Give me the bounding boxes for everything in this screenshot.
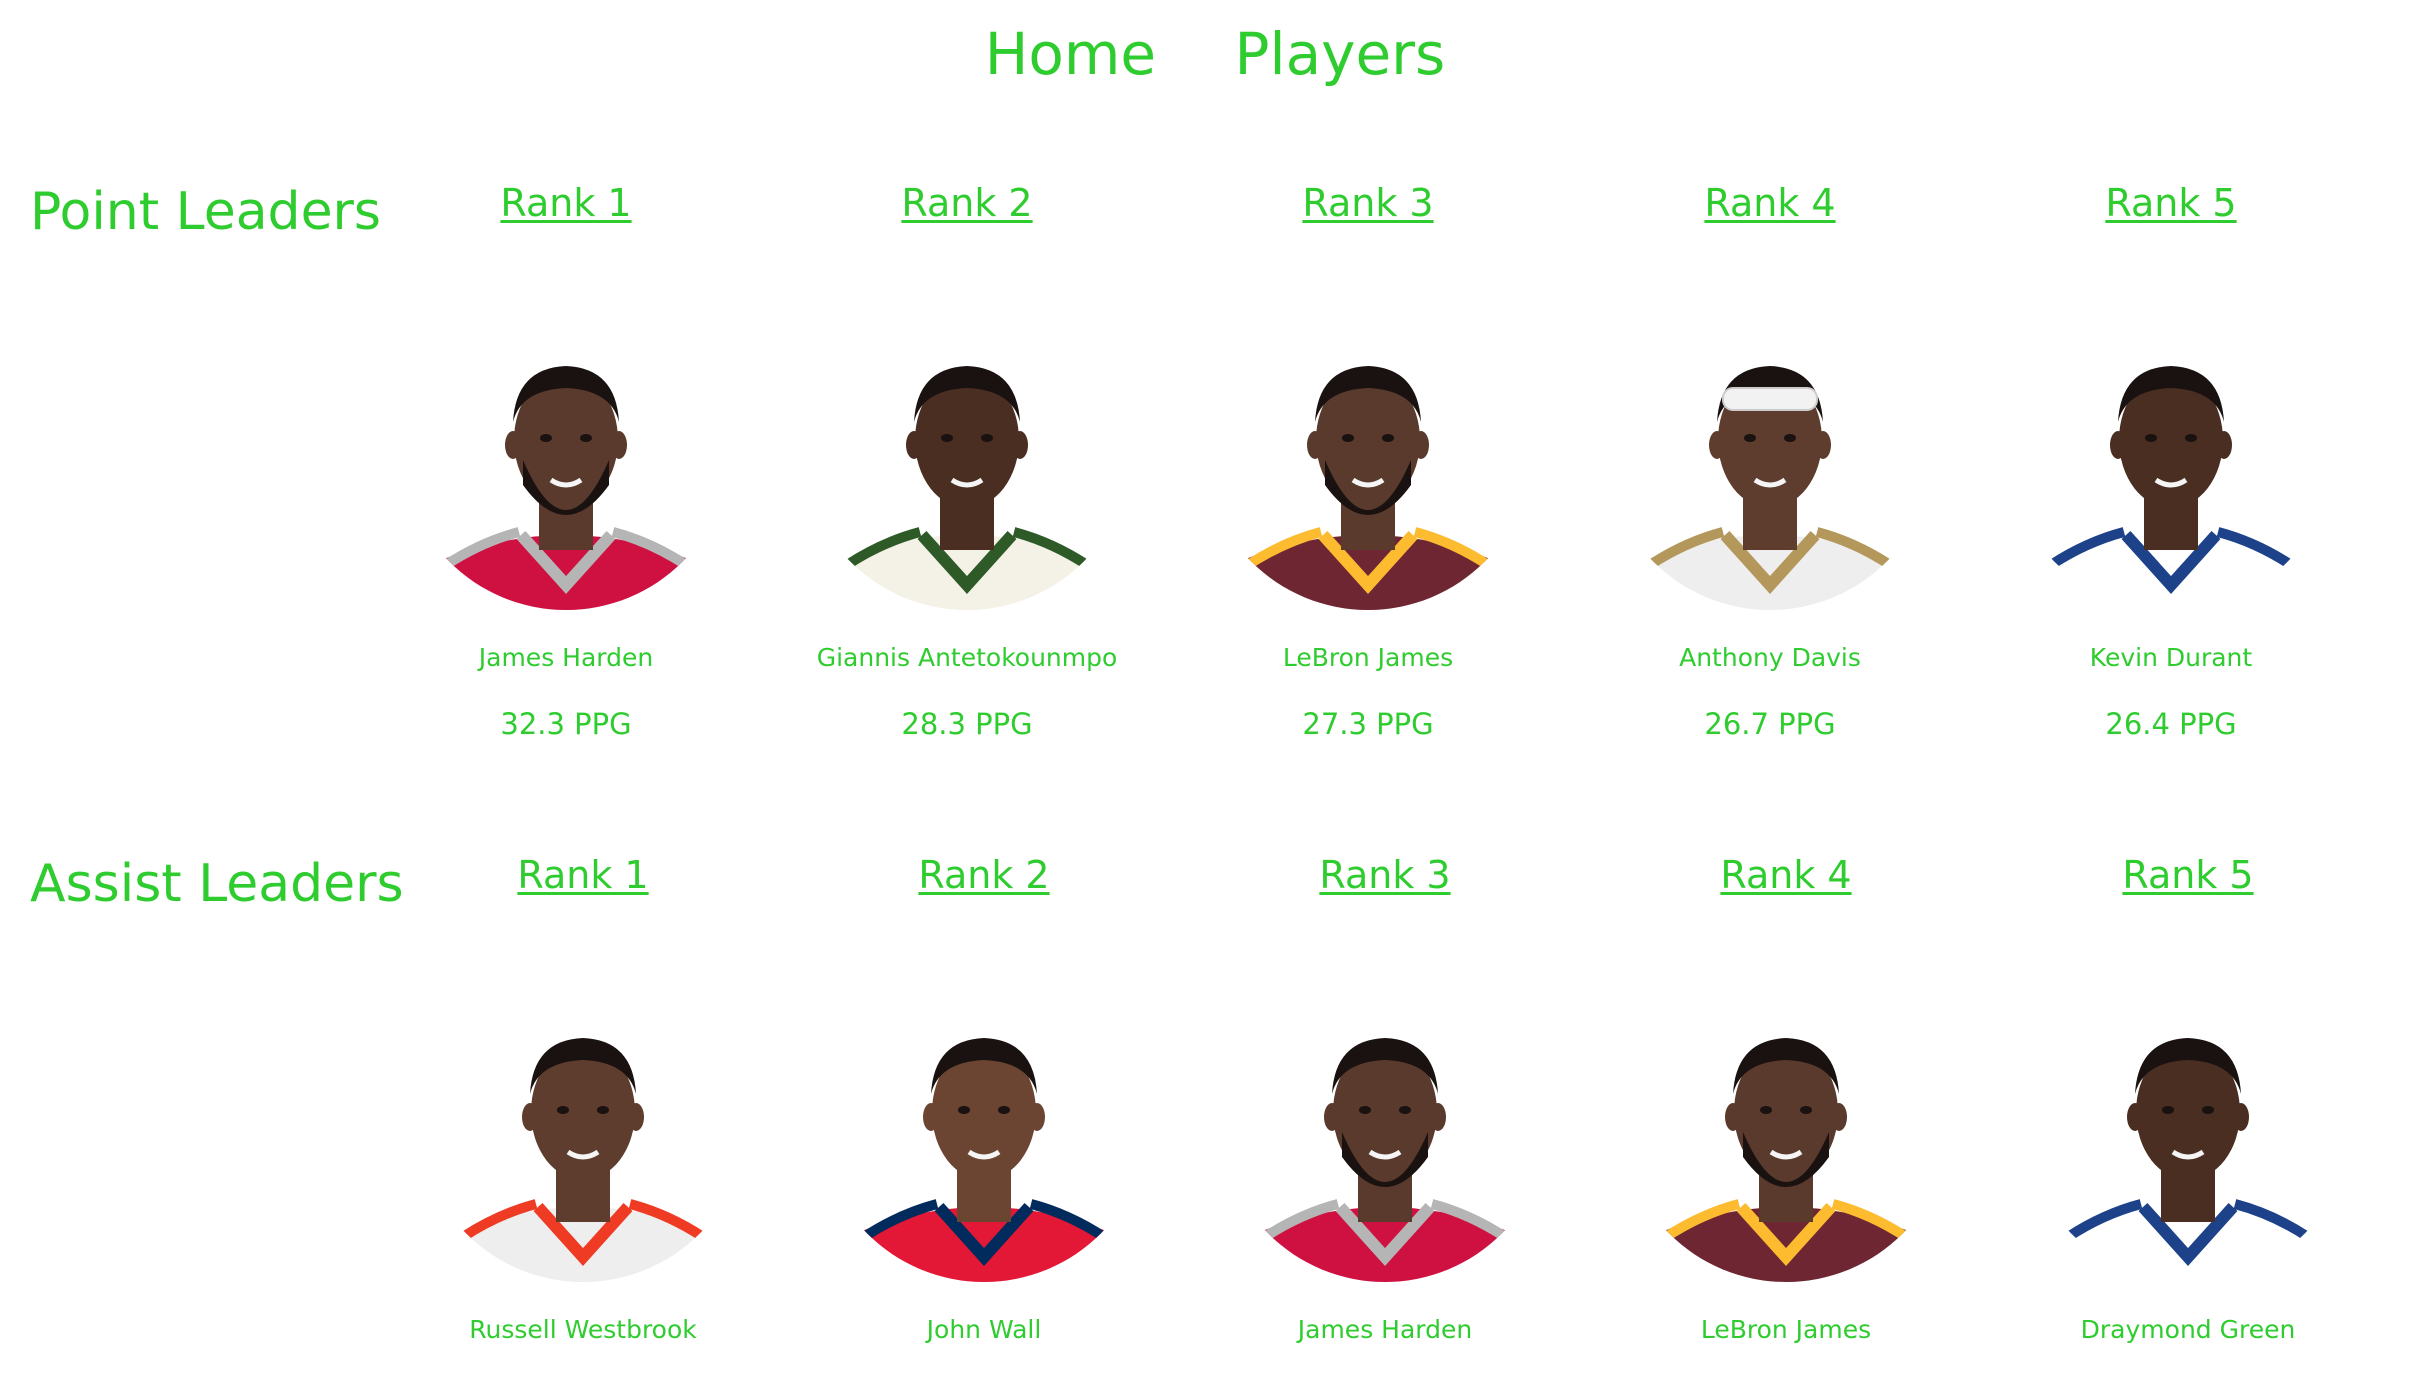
player-name: LeBron James [1700, 1315, 1872, 1344]
rank-link[interactable]: Rank 3 [1168, 176, 1568, 230]
nav-players-link[interactable]: Players [1235, 20, 1446, 88]
assist-leader-card: Rank 1 Russell Westbrook [383, 848, 783, 1348]
rank-link[interactable]: Rank 2 [784, 848, 1184, 902]
player-photo[interactable] [819, 982, 1149, 1282]
player-photo[interactable] [1220, 982, 1550, 1282]
assist-leader-card: Rank 3 James Harden [1185, 848, 1585, 1348]
point-leader-card: Rank 4 Anthony Davis 26.7 PPG [1570, 176, 1970, 744]
player-photo[interactable] [2023, 982, 2353, 1282]
rank-link[interactable]: Rank 2 [767, 176, 1167, 230]
assist-leader-card: Rank 5 Draymond Green [1988, 848, 2388, 1348]
player-stat: 26.4 PPG [2105, 707, 2237, 741]
point-leader-card: Rank 3 LeBron James 27.3 PPG [1168, 176, 1568, 744]
rank-link[interactable]: Rank 1 [366, 176, 766, 230]
top-nav: Home Players [0, 14, 2430, 94]
player-stat: 28.3 PPG [901, 707, 1033, 741]
player-name: John Wall [926, 1315, 1042, 1344]
player-photo[interactable] [1605, 310, 1935, 610]
player-photo[interactable] [802, 310, 1132, 610]
player-name: Russell Westbrook [469, 1315, 697, 1344]
player-photo[interactable] [1621, 982, 1951, 1282]
player-photo[interactable] [401, 310, 731, 610]
rank-link[interactable]: Rank 3 [1185, 848, 1585, 902]
assist-leaders-title: Assist Leaders [30, 854, 404, 914]
player-name: Kevin Durant [2089, 643, 2253, 672]
assist-leader-card: Rank 4 LeBron James [1586, 848, 1986, 1348]
point-leader-card: Rank 2 Giannis Antetokounmpo 28.3 PPG [767, 176, 1167, 744]
player-photo[interactable] [1203, 310, 1533, 610]
rank-link[interactable]: Rank 5 [1971, 176, 2371, 230]
player-name: Anthony Davis [1679, 643, 1861, 672]
player-stat: 27.3 PPG [1302, 707, 1434, 741]
point-leaders-title: Point Leaders [30, 182, 382, 242]
player-name: Draymond Green [2080, 1315, 2296, 1344]
player-name: LeBron James [1282, 643, 1454, 672]
point-leader-card: Rank 1 James Harden 32.3 PPG [366, 176, 766, 744]
player-name: James Harden [478, 643, 654, 672]
player-stat: 32.3 PPG [500, 707, 632, 741]
point-leader-card: Rank 5 Kevin Durant 26.4 PPG [1971, 176, 2371, 744]
player-name: Giannis Antetokounmpo [816, 643, 1118, 672]
nav-home-link[interactable]: Home [985, 20, 1156, 88]
player-photo[interactable] [418, 982, 748, 1282]
rank-link[interactable]: Rank 5 [1988, 848, 2388, 902]
assist-leader-card: Rank 2 John Wall [784, 848, 1184, 1348]
rank-link[interactable]: Rank 1 [383, 848, 783, 902]
player-name: James Harden [1297, 1315, 1473, 1344]
rank-link[interactable]: Rank 4 [1570, 176, 1970, 230]
player-photo[interactable] [2006, 310, 2336, 610]
rank-link[interactable]: Rank 4 [1586, 848, 1986, 902]
player-stat: 26.7 PPG [1704, 707, 1836, 741]
